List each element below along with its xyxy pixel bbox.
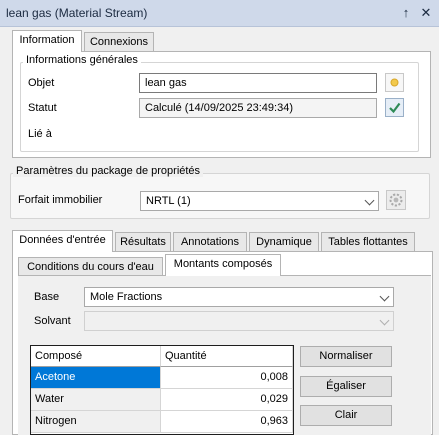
tab-compound-amounts[interactable]: Montants composés: [165, 254, 281, 276]
tab-annotations[interactable]: Annotations: [173, 232, 247, 252]
quantity-cell[interactable]: 0,963: [161, 411, 293, 433]
quantity-cell[interactable]: 0,029: [161, 389, 293, 411]
pin-icon[interactable]: ↑: [398, 5, 414, 21]
tab-input-data[interactable]: Données d'entrée: [12, 230, 113, 252]
object-label: Objet: [28, 77, 55, 89]
package-settings-button[interactable]: [386, 190, 406, 210]
column-header-quantity[interactable]: Quantité: [161, 346, 293, 367]
tab-results[interactable]: Résultats: [115, 232, 171, 252]
general-info-legend: Informations générales: [23, 54, 141, 66]
checkmark-icon: [389, 102, 401, 114]
tab-information[interactable]: Information: [12, 30, 82, 52]
linked-to-label: Lié à: [28, 128, 52, 140]
column-header-compound[interactable]: Composé: [31, 346, 161, 367]
quantity-cell[interactable]: 0,008: [161, 367, 293, 389]
property-package-value: NRTL (1): [146, 195, 191, 207]
solvent-select[interactable]: [84, 311, 394, 331]
tab-stream-conditions[interactable]: Conditions du cours d'eau: [18, 257, 163, 277]
compound-cell[interactable]: Water: [31, 389, 161, 411]
tab-connexions[interactable]: Connexions: [84, 32, 154, 52]
table-row[interactable]: Water 0,029: [31, 389, 293, 411]
solvent-label: Solvant: [34, 315, 71, 327]
chevron-down-icon: [379, 291, 390, 302]
status-label: Statut: [28, 102, 57, 114]
compound-cell[interactable]: Acetone: [31, 367, 161, 389]
status-indicator: [385, 98, 404, 117]
clear-button[interactable]: Clair: [300, 405, 392, 426]
tab-floating-tables[interactable]: Tables flottantes: [321, 232, 415, 252]
status-field: Calculé (14/09/2025 23:49:34): [139, 98, 377, 118]
gear-icon: [389, 193, 403, 207]
compound-cell[interactable]: Nitrogen: [31, 411, 161, 433]
property-package-label: Forfait immobilier: [18, 194, 103, 206]
chevron-down-icon: [379, 315, 390, 326]
property-package-select[interactable]: NRTL (1): [140, 191, 379, 211]
table-row[interactable]: Nitrogen 0,963: [31, 411, 293, 433]
normalize-button[interactable]: Normaliser: [300, 346, 392, 367]
pencil-icon: [390, 78, 399, 87]
table-row[interactable]: Acetone 0,008: [31, 367, 293, 389]
base-label: Base: [34, 291, 60, 303]
object-input[interactable]: lean gas: [139, 73, 377, 93]
chevron-down-icon: [364, 195, 375, 206]
title-bar: lean gas (Material Stream) ↑ ✕: [0, 0, 439, 27]
base-value: Mole Fractions: [90, 291, 163, 303]
composition-grid[interactable]: Composé Quantité Acetone 0,008 Water 0,0…: [30, 345, 294, 435]
close-icon[interactable]: ✕: [418, 5, 434, 21]
equalize-button[interactable]: Égaliser: [300, 376, 392, 397]
object-edit-button[interactable]: [385, 73, 404, 92]
tab-dynamics[interactable]: Dynamique: [249, 232, 319, 252]
window-title: lean gas (Material Stream): [6, 6, 148, 20]
base-select[interactable]: Mole Fractions: [84, 287, 394, 307]
property-package-legend: Paramètres du package de propriétés: [13, 165, 204, 177]
